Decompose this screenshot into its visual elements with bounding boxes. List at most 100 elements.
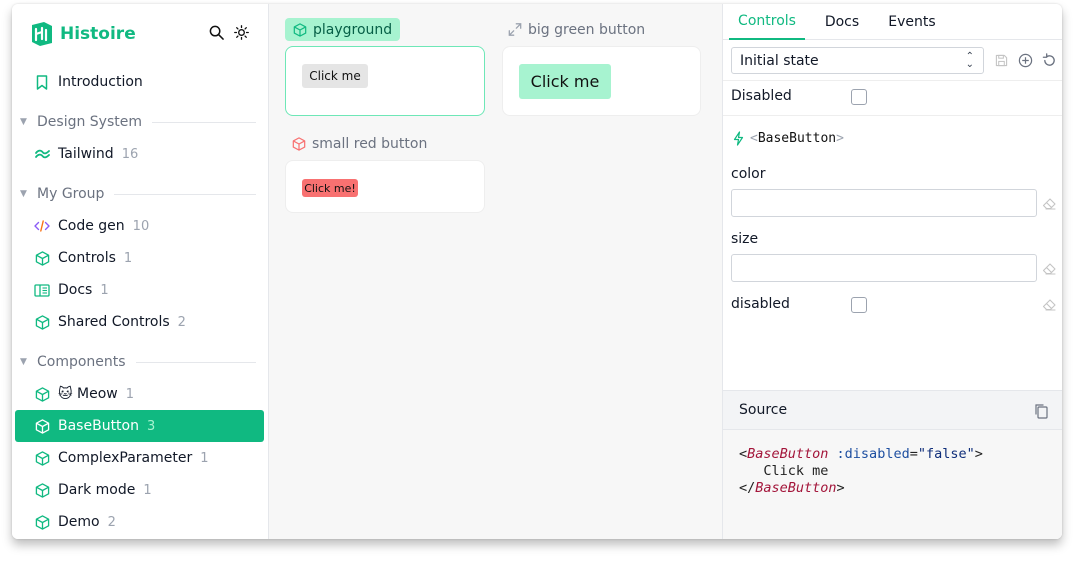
code-punct: > xyxy=(974,446,983,462)
story-count: 3 xyxy=(147,418,156,434)
prop-label-disabled: disabled xyxy=(731,296,790,312)
group-components[interactable]: ▼ Components xyxy=(20,350,256,374)
app-window: Histoire Introduction ▼ Design System Ta… xyxy=(12,4,1062,539)
source-title: Source xyxy=(739,402,788,418)
sidebar-item-docs[interactable]: Docs 1 xyxy=(15,274,264,306)
variant-label-playground[interactable]: playground xyxy=(285,18,401,41)
cube-icon xyxy=(34,514,50,530)
panel-tabs: Controls Docs Events xyxy=(723,4,1062,40)
tailwind-icon xyxy=(34,146,50,162)
sidebar-item-tailwind[interactable]: Tailwind 16 xyxy=(15,138,264,170)
size-field[interactable] xyxy=(731,254,1037,282)
sidebar-item-shared-controls[interactable]: Shared Controls 2 xyxy=(15,306,264,338)
disabled-prop-checkbox[interactable] xyxy=(851,297,867,313)
code-text: Click me xyxy=(739,463,829,479)
group-my-group[interactable]: ▼ My Group xyxy=(20,182,256,206)
variant-label-big-green-button[interactable]: big green button xyxy=(508,18,645,41)
code-string: "false" xyxy=(917,446,975,462)
sidebar-item-label: Shared Controls xyxy=(58,314,170,330)
sidebar-item-label: Controls xyxy=(58,250,116,266)
bookmark-icon xyxy=(34,74,50,90)
variant-card-big-green-button[interactable]: Click me xyxy=(502,46,701,116)
story-count: 1 xyxy=(125,386,135,402)
brand[interactable]: Histoire xyxy=(30,20,136,48)
variant-card-playground[interactable]: Click me xyxy=(285,46,485,116)
sidebar-item-label: Demo xyxy=(58,514,100,530)
caret-down-icon: ▼ xyxy=(20,357,27,367)
search-icon[interactable] xyxy=(208,24,225,41)
sidebar-item-demo[interactable]: Demo 2 xyxy=(15,506,264,538)
disabled-checkbox[interactable] xyxy=(851,89,867,105)
add-circle-icon[interactable] xyxy=(1017,52,1033,68)
sidebar-item-label: Code gen xyxy=(58,218,125,234)
sidebar-item-label: Tailwind xyxy=(58,146,114,162)
source-code: <BaseButton :disabled="false"> Click me … xyxy=(723,430,1062,539)
source-header: Source xyxy=(723,390,1062,430)
code-punct: </ xyxy=(739,480,756,496)
sidebar-item-introduction[interactable]: Introduction xyxy=(15,66,264,98)
story-count: 10 xyxy=(132,218,150,234)
group-label: Components xyxy=(37,354,126,370)
story-count: 1 xyxy=(200,450,209,466)
caret-down-icon: ▼ xyxy=(20,117,27,127)
sidebar-item-label: Dark mode xyxy=(58,482,136,498)
click-me-button[interactable]: Click me xyxy=(519,64,611,99)
book-icon xyxy=(34,282,50,298)
variant-card-small-red-button[interactable]: Click me! xyxy=(285,160,485,213)
chevron-up-down-icon: ⌃ ⌄ xyxy=(965,51,974,70)
code-punct: < xyxy=(739,446,748,462)
cube-icon xyxy=(292,136,306,151)
sun-icon[interactable] xyxy=(233,24,250,41)
story-count: 2 xyxy=(177,314,186,330)
sidebar-item-label: Docs xyxy=(58,282,93,298)
click-me-button[interactable]: Click me xyxy=(302,64,368,88)
variant-title: big green button xyxy=(528,21,646,38)
cube-icon xyxy=(34,386,50,402)
save-icon[interactable] xyxy=(993,52,1009,68)
prop-label-size: size xyxy=(731,231,759,247)
story-count: 2 xyxy=(107,514,116,530)
story-count: 1 xyxy=(123,250,133,266)
tab-events[interactable]: Events xyxy=(883,4,941,40)
sidebar-item-controls[interactable]: Controls 1 xyxy=(15,242,264,274)
code-icon xyxy=(34,218,50,234)
eraser-icon[interactable] xyxy=(1041,297,1057,313)
sidebar-item-code-gen[interactable]: Code gen 10 xyxy=(15,210,264,242)
click-me-button[interactable]: Click me! xyxy=(302,179,358,197)
variants-grid: playground Click me big green button Cli… xyxy=(269,4,722,539)
code-block: <BaseButton :disabled="false"> Click me … xyxy=(739,446,983,497)
sidebar-item-basebutton[interactable]: BaseButton 3 xyxy=(15,410,264,442)
color-field[interactable] xyxy=(731,189,1037,217)
eraser-icon[interactable] xyxy=(1041,261,1057,277)
bracket-open: < xyxy=(750,131,758,146)
sidebar-item-label: BaseButton xyxy=(58,418,139,434)
zap-icon xyxy=(733,131,744,146)
divider xyxy=(152,121,256,123)
story-panel: Controls Docs Events Initial state ⌃ ⌄ Di… xyxy=(722,4,1062,539)
tab-controls[interactable]: Controls xyxy=(729,4,805,40)
code-attr: :disabled xyxy=(828,446,910,462)
group-design-system[interactable]: ▼ Design System xyxy=(20,110,256,134)
variant-title: small red button xyxy=(312,135,428,152)
story-count: 1 xyxy=(143,482,152,498)
group-label: My Group xyxy=(37,186,105,202)
divider xyxy=(114,193,256,195)
cube-icon xyxy=(34,250,50,266)
disabled-label: Disabled xyxy=(731,88,792,104)
eraser-icon[interactable] xyxy=(1041,196,1057,212)
sidebar-item-label: Introduction xyxy=(58,74,143,90)
cube-icon xyxy=(34,450,50,466)
sidebar-item-dark-mode[interactable]: Dark mode 1 xyxy=(15,474,264,506)
tab-docs[interactable]: Docs xyxy=(819,4,865,40)
sidebar-item-complexparameter[interactable]: ComplexParameter 1 xyxy=(15,442,264,474)
histoire-logo-icon xyxy=(32,22,52,46)
variant-label-small-red-button[interactable]: small red button xyxy=(292,132,427,155)
story-count: 16 xyxy=(121,146,139,162)
expand-icon xyxy=(508,23,522,37)
reset-icon[interactable] xyxy=(1041,52,1057,68)
caret-down-icon: ▼ xyxy=(20,189,27,199)
app-name: Histoire xyxy=(60,24,136,44)
sidebar-item-meow[interactable]: 🐱 Meow 1 xyxy=(15,378,264,410)
state-select[interactable]: Initial state ⌃ ⌄ xyxy=(731,47,984,74)
copy-icon[interactable] xyxy=(1033,403,1049,419)
